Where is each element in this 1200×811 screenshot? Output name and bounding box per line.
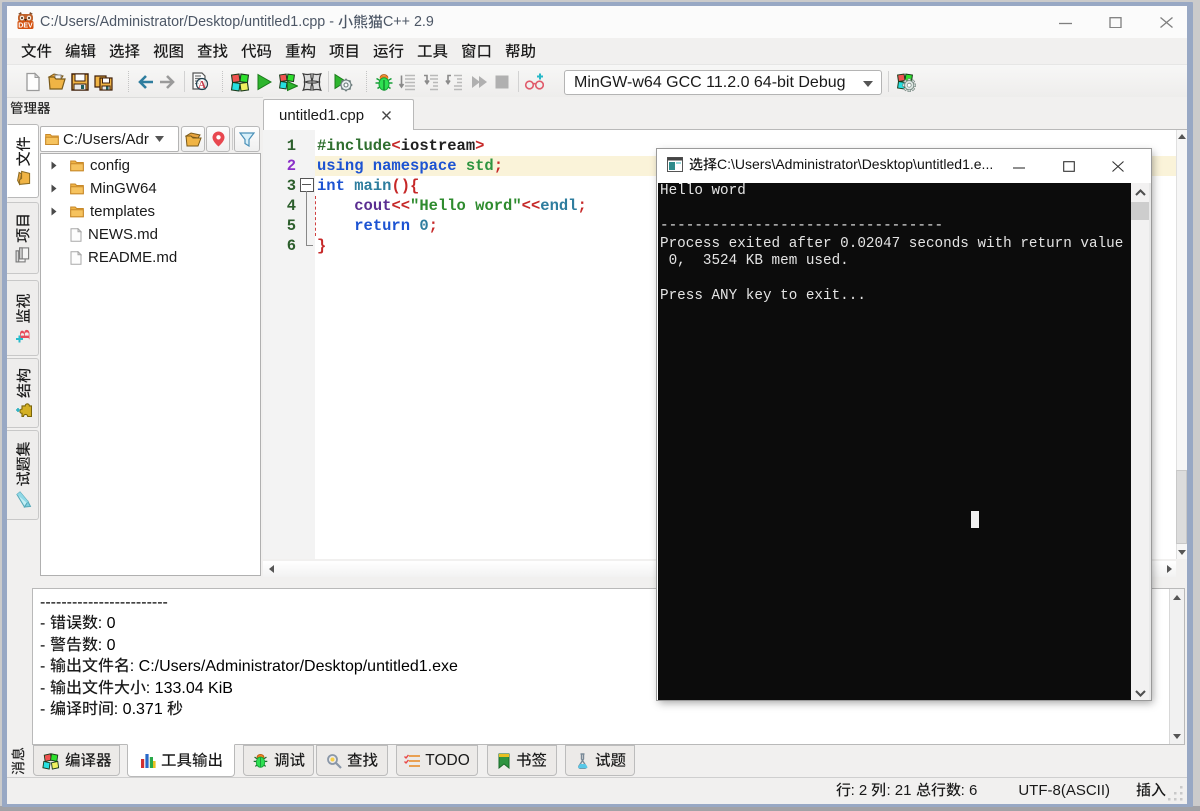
svg-text:DEV: DEV — [18, 23, 33, 30]
svg-text:A: A — [198, 79, 206, 91]
